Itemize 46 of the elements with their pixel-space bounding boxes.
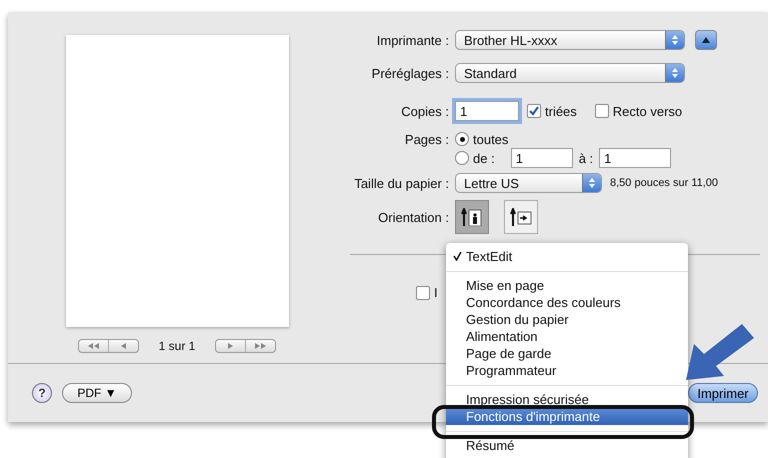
to-field[interactable]: 1 <box>599 148 672 168</box>
printer-popup[interactable]: Brother HL-xxxx <box>455 30 685 50</box>
radio-label: de : <box>473 150 495 166</box>
menu-item[interactable]: Impression sécurisée <box>446 391 688 408</box>
menu-item[interactable]: TextEdit <box>446 248 688 265</box>
presets-popup[interactable]: Standard <box>455 63 685 83</box>
from-field[interactable]: 1 <box>510 148 573 168</box>
paper-size-label: Taille du papier : <box>353 176 450 190</box>
menu-item[interactable]: Gestion du papier <box>446 311 688 328</box>
checkbox-label: I <box>434 285 438 300</box>
menu-item[interactable]: Page de garde <box>446 345 688 362</box>
menu-item[interactable]: Alimentation <box>446 328 688 345</box>
checkbox-label: Recto verso <box>612 104 682 118</box>
portrait-icon[interactable] <box>455 200 489 234</box>
help-button[interactable]: ? <box>32 383 52 403</box>
checkbox[interactable] <box>416 286 430 300</box>
menu-item[interactable]: Mise en page <box>446 277 688 294</box>
pdf-button[interactable]: PDF ▼ <box>62 383 132 403</box>
to-label: à : <box>578 150 594 166</box>
menu-item[interactable]: Programmateur <box>446 362 688 379</box>
orientation-label: Orientation : <box>377 210 450 224</box>
checkbox[interactable] <box>527 104 541 118</box>
stepper-icon <box>665 64 684 82</box>
presets-label: Préréglages : <box>370 66 450 80</box>
paper-dimensions: 8,50 pouces sur 11,00 <box>610 177 718 189</box>
menu-item[interactable]: Résumé <box>446 437 688 454</box>
radio-button[interactable] <box>455 132 469 146</box>
print-button[interactable]: Imprimer <box>688 383 758 403</box>
first-previous-buttons[interactable] <box>78 339 139 353</box>
radio-label: toutes <box>473 132 508 146</box>
stepper-icon <box>582 174 601 192</box>
checkbox[interactable] <box>594 104 609 118</box>
copies-label: Copies : <box>400 104 450 118</box>
menu-item[interactable]: Fonctions d'imprimante <box>446 408 688 425</box>
printer-label: Imprimante : <box>376 32 450 48</box>
landscape-icon[interactable] <box>504 200 538 234</box>
checkbox-label: triées <box>545 104 577 118</box>
paper-size-popup[interactable]: Lettre US <box>455 173 602 193</box>
menu-item[interactable]: Concordance des couleurs <box>446 294 688 311</box>
disclosure-icon[interactable] <box>695 30 717 50</box>
pages-label: Pages : <box>404 132 450 146</box>
next-last-buttons[interactable] <box>215 339 276 353</box>
radio-button[interactable] <box>455 151 469 165</box>
page-counter: 1 sur 1 <box>158 339 196 353</box>
stepper-icon <box>665 31 684 49</box>
copies-field[interactable]: 1 <box>455 101 519 121</box>
